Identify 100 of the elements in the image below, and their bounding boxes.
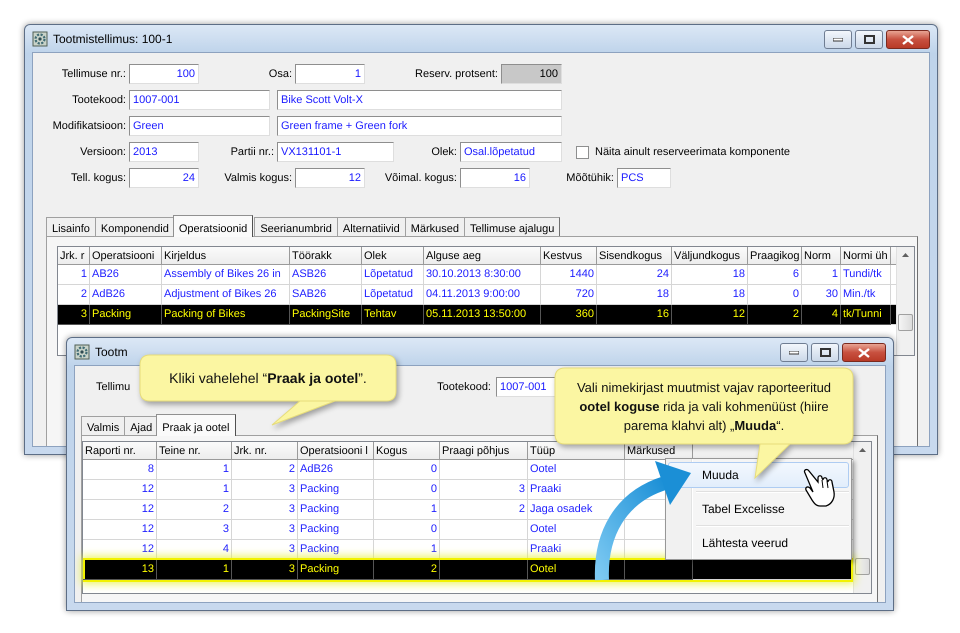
- table-cell: Packing: [298, 560, 374, 580]
- maximize-button[interactable]: [811, 343, 839, 362]
- table-cell: Packing of Bikes: [162, 305, 290, 325]
- table-row[interactable]: 1 AB26 Assembly of Bikes 26 in ASB26 Lõpetatud 30.10.2013 8:30:00 1440 24 18 6 1 Tundi/tk: [58, 265, 896, 285]
- column-header[interactable]: Sisendkogus: [597, 247, 672, 265]
- column-header[interactable]: Väljundkogus: [672, 247, 748, 265]
- tab[interactable]: Lisainfo: [46, 217, 96, 236]
- field-label: Partii nr.:: [230, 146, 275, 158]
- column-header[interactable]: Normi üh: [841, 247, 891, 265]
- column-header[interactable]: Alguse aeg: [424, 247, 541, 265]
- scrollbar[interactable]: [853, 442, 871, 593]
- input-field[interactable]: 1007-001: [129, 90, 270, 110]
- maximize-button[interactable]: [855, 30, 883, 49]
- tab[interactable]: Komponendid: [94, 217, 175, 236]
- minimize-button[interactable]: [780, 343, 808, 362]
- tab[interactable]: Tellimuse ajalugu: [464, 217, 560, 236]
- column-header[interactable]: Kirjeldus: [162, 247, 290, 265]
- tab[interactable]: Praak ja ootel: [156, 414, 236, 436]
- table-cell: 2: [748, 305, 802, 325]
- table-row[interactable]: 3 Packing Packing of Bikes PackingSite Tehtav 05.11.2013 13:50:00 360 16 12 2 4 tk/Tunni: [58, 305, 896, 325]
- table-row[interactable]: 2 AdB26 Adjustment of Bikes 26 SAB26 Lõpetatud 04.11.2013 9:00:00 720 18 18 0 30 Min./tk: [58, 285, 896, 305]
- column-header[interactable]: Praagi põhjus: [440, 442, 528, 460]
- column-header[interactable]: Norm: [802, 247, 841, 265]
- table-row[interactable]: 13 1 3 Packing 2 Ootel: [85, 560, 851, 580]
- app-icon: [74, 344, 90, 360]
- close-button[interactable]: [886, 30, 930, 49]
- input-field[interactable]: PCS: [617, 168, 671, 188]
- checkbox-label: Näita ainult reserveerimata komponente: [595, 146, 790, 158]
- column-header[interactable]: Kestvus: [541, 247, 597, 265]
- field-label: Modifikatsioon:: [52, 120, 127, 132]
- column-header[interactable]: Raporti nr.: [83, 442, 157, 460]
- field-label: Tootekood:: [436, 381, 492, 393]
- tab[interactable]: Seerianumbrid: [254, 217, 338, 236]
- field-label: Versioon:: [79, 146, 127, 158]
- field-label: Tell. kogus:: [70, 172, 127, 184]
- table-cell: Tehtav: [362, 305, 424, 325]
- maximize-icon: [820, 348, 830, 357]
- tab[interactable]: Valmis: [81, 416, 126, 435]
- scroll-thumb[interactable]: [898, 314, 913, 331]
- table-cell: 05.11.2013 13:50:00: [424, 305, 541, 325]
- input-field[interactable]: Bike Scott Volt-X: [277, 90, 562, 110]
- table-cell: PackingSite: [290, 305, 362, 325]
- input-field[interactable]: 2013: [129, 142, 199, 162]
- maximize-icon: [864, 35, 874, 44]
- table-cell: 4: [802, 305, 841, 325]
- input-field[interactable]: 100: [129, 64, 199, 84]
- column-header[interactable]: Töörakk: [290, 247, 362, 265]
- callout-text: Kliki vahelehel “Praak ja ootel”.: [169, 369, 367, 387]
- close-button[interactable]: [842, 343, 886, 362]
- table-cell: 3: [232, 560, 298, 580]
- column-header[interactable]: Praagikog: [748, 247, 802, 265]
- table-cell: Packing: [90, 305, 162, 325]
- app-icon: [32, 31, 48, 47]
- tab[interactable]: Alternatiivid: [336, 217, 406, 236]
- table-cell: 13: [83, 560, 157, 580]
- input-field[interactable]: Green frame + Green fork: [277, 116, 562, 136]
- input-field[interactable]: Osal.lõpetatud: [460, 142, 562, 162]
- column-header[interactable]: Jrk. r: [58, 247, 90, 265]
- tab[interactable]: Operatsioonid: [172, 215, 254, 237]
- minimize-button[interactable]: [824, 30, 852, 49]
- minimize-icon: [833, 38, 843, 42]
- window-title: Tootm: [95, 345, 128, 359]
- input-field[interactable]: 24: [129, 168, 199, 188]
- input-field[interactable]: VX131101-1: [277, 142, 394, 162]
- empty-column-header: [891, 247, 896, 265]
- table-cell: 360: [541, 305, 597, 325]
- column-header[interactable]: Olek: [362, 247, 424, 265]
- field-label: Tootekood:: [71, 94, 127, 106]
- readonly-field: 100: [501, 64, 562, 84]
- table-cell: Ootel: [528, 560, 625, 580]
- tab[interactable]: Märkused: [404, 217, 466, 236]
- table-cell: 16: [597, 305, 672, 325]
- window-title: Tootmistellimus: 100-1: [53, 32, 172, 46]
- scroll-thumb[interactable]: [855, 558, 870, 575]
- column-header[interactable]: Teine nr.: [157, 442, 232, 460]
- input-field[interactable]: 12: [295, 168, 365, 188]
- table-cell: tk/Tunni: [841, 305, 891, 325]
- table-cell: 2: [374, 560, 440, 580]
- close-icon: [902, 34, 914, 44]
- input-field[interactable]: 16: [460, 168, 530, 188]
- field-label: Mõõtühik:: [565, 172, 615, 184]
- close-icon: [858, 348, 870, 358]
- field-label: Valmis kogus:: [223, 172, 293, 184]
- minimize-icon: [789, 350, 799, 354]
- field-label: Tellimuse nr.:: [60, 68, 127, 80]
- tab[interactable]: Ajad: [124, 416, 158, 435]
- column-header[interactable]: Operatsiooni: [90, 247, 162, 265]
- column-header[interactable]: Kogus: [374, 442, 440, 460]
- table-cell: 1: [157, 560, 232, 580]
- field-label: Osa:: [268, 68, 293, 80]
- column-header[interactable]: Operatsiooni l: [298, 442, 374, 460]
- field-label: Reserv. protsent:: [414, 68, 499, 80]
- column-header[interactable]: Jrk. nr.: [232, 442, 298, 460]
- field-label: Tellimu: [96, 381, 132, 393]
- input-field[interactable]: 1: [295, 64, 365, 84]
- table-cell: 12: [672, 305, 748, 325]
- input-field[interactable]: Green: [129, 116, 270, 136]
- field-label: Võimal. kogus:: [384, 172, 458, 184]
- checkbox[interactable]: [576, 146, 589, 158]
- scrollbar[interactable]: [896, 247, 914, 355]
